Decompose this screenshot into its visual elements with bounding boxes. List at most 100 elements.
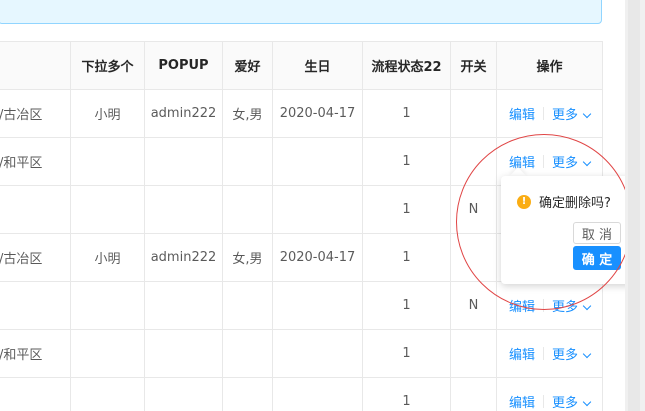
cell-popup xyxy=(144,185,223,234)
cell-birthday: 2020-04-17 xyxy=(272,233,363,282)
edit-link[interactable]: 编辑 xyxy=(509,344,535,363)
cell-hobby: 女,男 xyxy=(222,233,273,282)
cell-status: 1 xyxy=(362,377,451,411)
popconfirm-message: ! 确定删除吗? xyxy=(517,192,611,211)
cell-popup xyxy=(144,329,223,378)
scrollbar-thumb[interactable] xyxy=(628,0,640,411)
cell-dropdown xyxy=(70,185,145,234)
page: 下拉多个 POPUP 爱好 生日 流程状态22 开关 操作 /古冶区 小明 admi… xyxy=(0,0,645,411)
edit-link[interactable]: 编辑 xyxy=(509,104,535,123)
cell-switch xyxy=(450,329,497,378)
cancel-button[interactable]: 取 消 xyxy=(573,222,621,244)
cell-birthday xyxy=(272,377,363,411)
action-divider xyxy=(543,107,544,120)
cell-popup: admin222 xyxy=(144,233,223,282)
info-alert xyxy=(0,0,602,24)
table-row: 1 N 编辑 更多 xyxy=(0,281,603,330)
cell-switch xyxy=(450,137,497,186)
col-header-actions: 操作 xyxy=(496,41,603,90)
col-header-switch: 开关 xyxy=(450,41,497,90)
cell-birthday xyxy=(272,329,363,378)
cell-switch: N xyxy=(450,281,497,330)
cell-actions: 编辑 更多 xyxy=(496,377,603,411)
cell-dropdown: 小明 xyxy=(70,89,145,138)
chevron-down-icon xyxy=(582,397,592,407)
table-row: /古冶区 小明 admin222 女,男 2020-04-17 1 编辑 更多 xyxy=(0,89,603,138)
cell-dropdown xyxy=(70,137,145,186)
cell-dropdown: 小明 xyxy=(70,233,145,282)
more-dropdown[interactable]: 更多 xyxy=(552,152,592,171)
cell-address xyxy=(0,377,71,411)
cell-dropdown xyxy=(70,377,145,411)
cell-switch xyxy=(450,233,497,282)
more-dropdown[interactable]: 更多 xyxy=(552,104,592,123)
delete-popconfirm: ! 确定删除吗? 取 消 确 定 xyxy=(501,176,635,284)
cell-status: 1 xyxy=(362,233,451,282)
cell-address: /和平区 xyxy=(0,137,71,186)
table-header-row: 下拉多个 POPUP 爱好 生日 流程状态22 开关 操作 xyxy=(0,41,603,90)
cell-hobby xyxy=(222,329,273,378)
cell-birthday xyxy=(272,281,363,330)
col-header-popup: POPUP xyxy=(144,41,223,90)
more-label: 更多 xyxy=(552,396,579,411)
cell-switch xyxy=(450,377,497,411)
cell-switch xyxy=(450,89,497,138)
more-label: 更多 xyxy=(552,348,579,363)
cell-status: 1 xyxy=(362,329,451,378)
action-divider xyxy=(543,395,544,408)
more-label: 更多 xyxy=(552,108,579,123)
col-header-hobby: 爱好 xyxy=(222,41,273,90)
cell-popup xyxy=(144,377,223,411)
action-divider xyxy=(543,155,544,168)
cell-status: 1 xyxy=(362,137,451,186)
cell-address: /古冶区 xyxy=(0,89,71,138)
cell-hobby xyxy=(222,185,273,234)
action-divider xyxy=(543,299,544,312)
cell-actions: 编辑 更多 xyxy=(496,89,603,138)
table-row: 1 编辑 更多 xyxy=(0,377,603,411)
cell-actions: 编辑 更多 xyxy=(496,329,603,378)
cell-hobby xyxy=(222,281,273,330)
cell-birthday xyxy=(272,137,363,186)
cell-status: 1 xyxy=(362,185,451,234)
col-header-address xyxy=(0,41,71,90)
popconfirm-text: 确定删除吗? xyxy=(539,196,611,211)
chevron-down-icon xyxy=(582,301,592,311)
cell-popup: admin222 xyxy=(144,89,223,138)
cell-hobby xyxy=(222,377,273,411)
cell-popup xyxy=(144,281,223,330)
cell-dropdown xyxy=(70,281,145,330)
cell-birthday: 2020-04-17 xyxy=(272,89,363,138)
col-header-birthday: 生日 xyxy=(272,41,363,90)
exclamation-circle-icon: ! xyxy=(517,194,531,209)
edit-link[interactable]: 编辑 xyxy=(509,296,535,315)
cell-address: /古冶区 xyxy=(0,233,71,282)
edit-link[interactable]: 编辑 xyxy=(509,392,535,411)
cell-actions: 编辑 更多 xyxy=(496,281,603,330)
cell-address: /和平区 xyxy=(0,329,71,378)
table-row: /和平区 1 编辑 更多 xyxy=(0,329,603,378)
confirm-button[interactable]: 确 定 xyxy=(573,246,621,270)
cell-address xyxy=(0,281,71,330)
edit-link[interactable]: 编辑 xyxy=(509,152,535,171)
cell-status: 1 xyxy=(362,89,451,138)
chevron-down-icon xyxy=(582,349,592,359)
chevron-down-icon xyxy=(582,157,592,167)
col-header-dropdown: 下拉多个 xyxy=(70,41,145,90)
cell-address xyxy=(0,185,71,234)
action-divider xyxy=(543,347,544,360)
cell-popup xyxy=(144,137,223,186)
cell-hobby xyxy=(222,137,273,186)
more-label: 更多 xyxy=(552,156,579,171)
more-label: 更多 xyxy=(552,300,579,315)
col-header-status: 流程状态22 xyxy=(362,41,451,90)
more-dropdown[interactable]: 更多 xyxy=(552,392,592,411)
cell-dropdown xyxy=(70,329,145,378)
more-dropdown[interactable]: 更多 xyxy=(552,344,592,363)
cell-switch: N xyxy=(450,185,497,234)
cell-hobby: 女,男 xyxy=(222,89,273,138)
cell-birthday xyxy=(272,185,363,234)
chevron-down-icon xyxy=(582,109,592,119)
cell-status: 1 xyxy=(362,281,451,330)
more-dropdown[interactable]: 更多 xyxy=(552,296,592,315)
